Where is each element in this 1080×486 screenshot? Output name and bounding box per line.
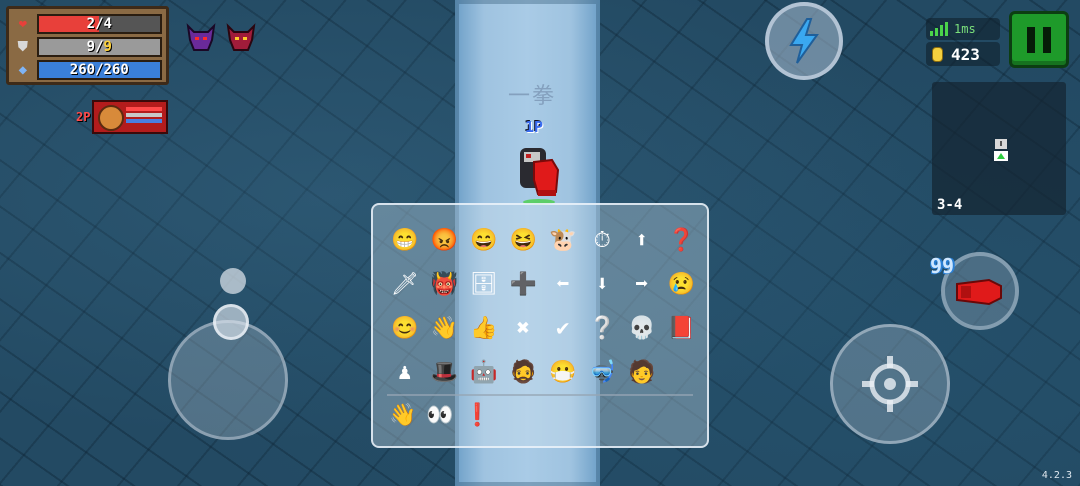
emote-button[interactable]: 💀 <box>622 307 662 351</box>
emote-button[interactable]: 🤿 <box>583 351 623 395</box>
emote-button[interactable]: 🐮 <box>543 219 583 263</box>
partner-avatar <box>98 105 125 131</box>
emote-button[interactable]: 😡 <box>425 219 465 263</box>
energy-stat: ◆ 260/260 <box>13 58 162 81</box>
pause-icon <box>1027 26 1035 53</box>
emote-button[interactable]: ➕ <box>504 263 544 307</box>
partner-card <box>92 100 169 134</box>
emote-button[interactable]: ❔ <box>583 307 623 351</box>
emote-button[interactable]: 👹 <box>425 263 465 307</box>
corridor-inscription: 一拳 <box>508 84 557 109</box>
skill-button[interactable] <box>765 2 843 80</box>
lightning-icon <box>789 18 819 64</box>
emote-button[interactable]: 😊 <box>385 307 425 351</box>
emote-button[interactable]: 📕 <box>662 307 702 351</box>
hp-bar: 2/4 <box>36 13 162 34</box>
armor-stat: ⛊ 9/9 <box>13 35 162 58</box>
emote-button[interactable]: 🤖 <box>464 351 504 395</box>
emote-button[interactable]: ⬇ <box>583 263 623 307</box>
emote-button[interactable]: 🗄 <box>464 263 504 307</box>
player-stats-panel: ❤ 2/4 ⛊ 9/9 ◆ 260/260 <box>6 6 169 85</box>
minimap[interactable]: 3-4 <box>932 82 1066 215</box>
emote-button[interactable]: 👀 <box>426 403 453 428</box>
emote-button[interactable]: ✔ <box>543 307 583 351</box>
heart-icon: ❤ <box>18 15 27 32</box>
emote-button[interactable]: 🧑 <box>622 351 662 395</box>
pause-button[interactable] <box>1009 11 1069 68</box>
partner-bars <box>126 107 163 125</box>
player-character <box>520 148 560 205</box>
joystick-indicator <box>220 268 246 294</box>
player-tag: 1P <box>525 118 544 136</box>
emote-button[interactable]: 😷 <box>543 351 583 395</box>
energy-crystal-icon: ◆ <box>18 61 27 78</box>
armor-current: 9 <box>86 38 96 55</box>
weapon-ammo: 99 <box>930 254 955 278</box>
ping-text: 1ms <box>954 22 976 36</box>
armor-text: 9/9 <box>86 38 112 55</box>
emote-button[interactable]: ⬆ <box>622 219 662 263</box>
emote-button[interactable]: ♟ <box>385 351 425 395</box>
emote-button[interactable]: 👋 <box>389 403 416 428</box>
emote-button[interactable]: ✖ <box>504 307 544 351</box>
emote-button[interactable]: ❓ <box>662 219 702 263</box>
emote-button[interactable]: ➡ <box>622 263 662 307</box>
shield-icon: ⛊ <box>17 38 29 55</box>
emote-button[interactable]: 😢 <box>662 263 702 307</box>
emote-button[interactable]: ⏱ <box>583 219 623 263</box>
purple-demon-helmet-icon <box>186 23 216 51</box>
emote-button[interactable]: 😆 <box>504 219 544 263</box>
emote-button[interactable]: 🎩 <box>425 351 465 395</box>
level-label: 3-4 <box>937 197 963 213</box>
coin-icon <box>932 46 943 62</box>
emote-divider <box>387 394 693 396</box>
pause-icon-bar <box>1043 26 1051 53</box>
emote-button[interactable]: ⬅ <box>543 263 583 307</box>
network-status: 1ms <box>926 18 1000 40</box>
emote-button[interactable]: 👍 <box>464 307 504 351</box>
version-label: 4.2.3 <box>1041 470 1072 481</box>
emote-button[interactable]: 🗡 <box>385 263 425 307</box>
attack-button[interactable] <box>830 324 950 444</box>
joystick-knob[interactable] <box>213 304 249 340</box>
emote-grid: 😁 😡 😄 😆 🐮 ⏱ ⬆ ❓ 🗡 👹 🗄 ➕ ⬅ ⬇ ➡ 😢 😊 👋 👍 ✖ ✔ ❔ 💀 📕 ♟ 🎩 🤖 🧔 😷 🤿 🧑 <box>385 219 701 395</box>
coin-counter: 423 <box>926 42 1000 66</box>
emote-button[interactable]: 👋 <box>425 307 465 351</box>
hp-stat: ❤ 2/4 <box>13 12 162 35</box>
emote-button[interactable]: 😁 <box>385 219 425 263</box>
emote-panel: 😁 😡 😄 😆 🐮 ⏱ ⬆ ❓ 🗡 👹 🗄 ➕ ⬅ ⬇ ➡ 😢 😊 👋 👍 ✖ ✔ ❔ 💀 📕 ♟ 🎩 🤖 🧔 😷 🤿 🧑 👋 👀 ❗ <box>371 203 709 448</box>
red-gauntlet-icon <box>956 278 1002 306</box>
red-demon-helmet-icon <box>226 23 256 51</box>
armor-max: 9 <box>103 38 112 55</box>
hp-text: 2/4 <box>86 15 112 32</box>
partner-status: 2P <box>76 100 169 134</box>
coin-count: 423 <box>951 44 980 64</box>
minimap-room-icon <box>994 139 1008 161</box>
emote-bottom-row: 👋 👀 ❗ <box>389 403 491 428</box>
emote-button[interactable]: 🧔 <box>504 351 544 395</box>
emote-button[interactable]: 😄 <box>464 219 504 263</box>
energy-bar: 260/260 <box>36 59 162 80</box>
crosshair-icon <box>862 356 918 412</box>
partner-tag: 2P <box>76 110 91 124</box>
signal-icon <box>930 22 948 36</box>
emote-button[interactable]: ❗ <box>464 403 491 428</box>
armor-bar: 9/9 <box>36 36 162 57</box>
energy-text: 260/260 <box>69 61 129 78</box>
